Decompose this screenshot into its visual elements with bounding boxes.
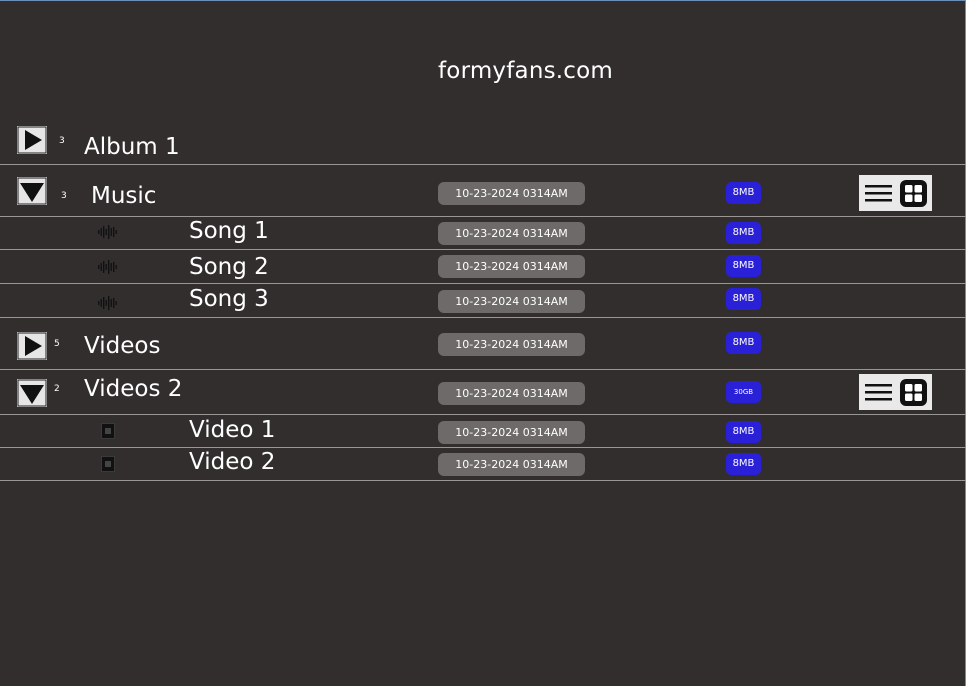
file-row-song-1[interactable]: Song 1 10-23-2024 0314AM 8MB	[0, 217, 966, 250]
file-name: Song 1	[189, 218, 269, 244]
list-view-icon[interactable]	[865, 185, 892, 202]
item-count: 5	[54, 339, 60, 349]
audio-wave-icon	[98, 296, 117, 310]
size-badge: 8MB	[726, 222, 761, 244]
window-top-border	[0, 0, 966, 1]
file-row-video-1[interactable]: Video 1 10-23-2024 0314AM 8MB	[0, 415, 966, 448]
file-row-song-3[interactable]: Song 3 10-23-2024 0314AM 8MB	[0, 284, 966, 318]
expand-toggle-button[interactable]	[17, 126, 47, 154]
date-modified: 10-23-2024 0314AM	[438, 290, 585, 313]
size-badge: 8MB	[726, 288, 761, 310]
video-file-icon	[101, 456, 115, 472]
file-row-song-2[interactable]: Song 2 10-23-2024 0314AM 8MB	[0, 250, 966, 284]
audio-wave-icon	[98, 260, 117, 274]
date-modified: 10-23-2024 0314AM	[438, 182, 585, 205]
folder-name: Album 1	[84, 134, 180, 160]
size-badge: 8MB	[726, 255, 761, 277]
list-view-icon[interactable]	[865, 384, 892, 401]
date-modified: 10-23-2024 0314AM	[438, 333, 585, 356]
view-mode-toggle[interactable]	[859, 175, 932, 211]
collapse-toggle-button[interactable]	[17, 177, 47, 205]
date-modified: 10-23-2024 0314AM	[438, 222, 585, 245]
grid-view-icon[interactable]	[900, 379, 927, 406]
size-badge: 8MB	[726, 182, 761, 204]
date-modified: 10-23-2024 0314AM	[438, 382, 585, 405]
folder-row-album-1[interactable]: 3 Album 1	[0, 122, 966, 165]
folder-row-videos[interactable]: 5 Videos 10-23-2024 0314AM 8MB	[0, 318, 966, 370]
size-badge: 8MB	[726, 332, 761, 354]
file-name: Video 1	[189, 417, 276, 443]
down-triangle-icon	[17, 177, 47, 205]
item-count: 3	[59, 136, 65, 146]
file-row-video-2[interactable]: Video 2 10-23-2024 0314AM 8MB	[0, 448, 966, 481]
play-triangle-icon	[17, 126, 47, 154]
size-badge: 8MB	[726, 453, 761, 475]
file-name: Video 2	[189, 449, 276, 475]
item-count: 3	[61, 191, 67, 201]
collapse-toggle-button[interactable]	[17, 379, 47, 407]
video-file-icon	[101, 423, 115, 439]
folder-name: Videos 2	[84, 376, 183, 402]
file-name: Song 3	[189, 286, 269, 312]
folder-row-music[interactable]: 3 Music 10-23-2024 0314AM 8MB	[0, 165, 966, 217]
expand-toggle-button[interactable]	[17, 332, 47, 360]
play-triangle-icon	[17, 332, 47, 360]
size-badge: 30GB	[726, 381, 761, 403]
date-modified: 10-23-2024 0314AM	[438, 255, 585, 278]
file-name: Song 2	[189, 254, 269, 280]
date-modified: 10-23-2024 0314AM	[438, 421, 585, 444]
row-divider	[0, 480, 966, 481]
down-triangle-icon	[17, 379, 47, 407]
folder-name: Videos	[84, 333, 161, 359]
site-title: formyfans.com	[438, 58, 614, 84]
folder-name: Music	[91, 183, 157, 209]
date-modified: 10-23-2024 0314AM	[438, 453, 585, 476]
size-badge: 8MB	[726, 421, 761, 443]
view-mode-toggle[interactable]	[859, 374, 932, 410]
item-count: 2	[54, 384, 60, 394]
folder-row-videos-2[interactable]: 2 Videos 2 10-23-2024 0314AM 30GB	[0, 370, 966, 415]
audio-wave-icon	[98, 225, 117, 239]
grid-view-icon[interactable]	[900, 180, 927, 207]
